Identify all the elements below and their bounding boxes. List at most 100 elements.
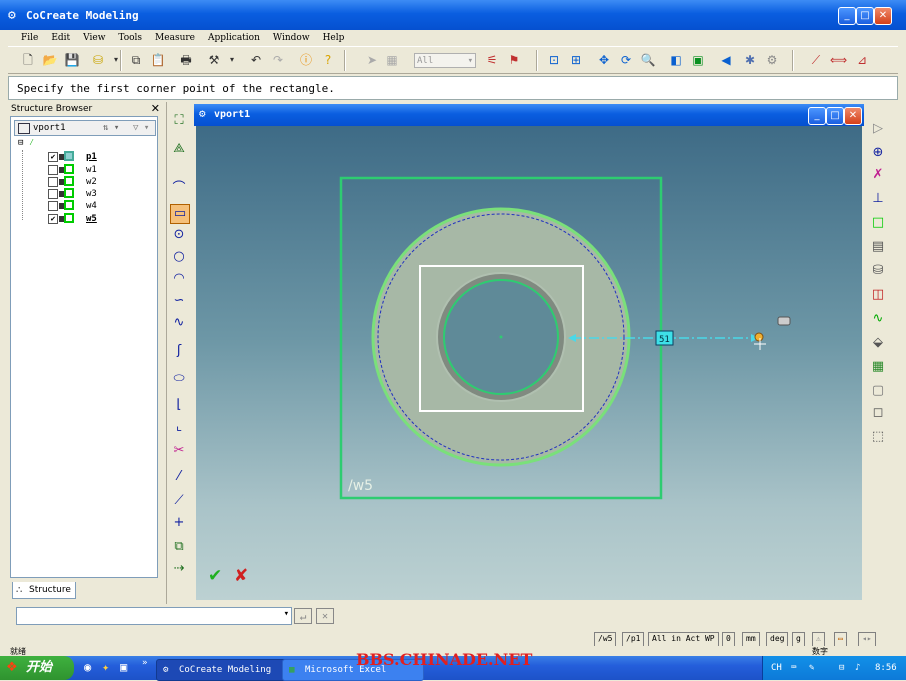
gear-icon[interactable]: ⚙: [764, 52, 780, 68]
arc-3pt-icon[interactable]: ∽: [170, 292, 188, 310]
polyline-icon[interactable]: ⌒: [170, 180, 188, 198]
workplane-icon[interactable]: ⛶: [170, 112, 188, 130]
profile-icon[interactable]: □: [869, 214, 887, 232]
quicklaunch-more-icon[interactable]: »: [142, 658, 147, 668]
play-icon[interactable]: ▷: [869, 120, 887, 138]
ellipse-icon[interactable]: ⬭: [170, 370, 188, 388]
save-icon[interactable]: 💾: [64, 52, 80, 68]
chamfer-icon[interactable]: ⌊: [170, 396, 188, 414]
cancel-x-icon[interactable]: ✘: [234, 566, 248, 586]
start-button[interactable]: ❖ 开始: [0, 656, 74, 680]
profile-tool-icon[interactable]: ⊿: [854, 52, 870, 68]
viewport-canvas[interactable]: 51 /w5: [196, 126, 862, 600]
help-icon[interactable]: ?: [320, 52, 336, 68]
zoom-icon[interactable]: 🔍: [640, 52, 656, 68]
status-angle-unit[interactable]: deg: [766, 632, 789, 647]
print-icon[interactable]: 🖶: [178, 52, 194, 68]
tab-structure[interactable]: ⛬ Structure: [12, 582, 76, 599]
load-icon[interactable]: ⛁: [90, 52, 106, 68]
maximize-button[interactable]: □: [856, 7, 874, 25]
loft-icon[interactable]: ⬙: [869, 334, 887, 352]
menu-tools[interactable]: Tools: [113, 30, 147, 46]
selection-filter-dropdown[interactable]: All ▾: [414, 53, 476, 68]
quicklaunch-ie-icon[interactable]: ◉: [84, 660, 91, 674]
ok-check-icon[interactable]: ✔: [208, 566, 222, 586]
blend-icon[interactable]: ⬚: [869, 428, 887, 446]
clear-icon[interactable]: ✕: [316, 608, 334, 624]
measure-icon[interactable]: ⚟: [484, 52, 500, 68]
info-icon[interactable]: ⓘ: [298, 52, 314, 68]
tree-item-w3[interactable]: w3: [34, 188, 144, 200]
copy-geometry-icon[interactable]: ⧉: [170, 538, 188, 556]
undo-icon[interactable]: ↶: [248, 52, 264, 68]
fit-view-icon[interactable]: ⊡: [546, 52, 562, 68]
tree-item-w2[interactable]: w2: [34, 176, 144, 188]
select-icon[interactable]: ➤: [364, 52, 380, 68]
menu-view[interactable]: View: [78, 30, 110, 46]
boolean-icon[interactable]: ▦: [869, 358, 887, 376]
construction-line-icon[interactable]: ⟋: [170, 492, 188, 510]
menu-window[interactable]: Window: [268, 30, 315, 46]
close-icon[interactable]: ✕: [151, 102, 160, 115]
trim-icon[interactable]: ✂: [170, 442, 188, 460]
command-input[interactable]: ▾: [16, 607, 292, 625]
pan-icon[interactable]: ✥: [596, 52, 612, 68]
rotate-icon[interactable]: ⟳: [618, 52, 634, 68]
axis-icon[interactable]: ⊥: [869, 190, 887, 208]
viewport-minimize-button[interactable]: _: [808, 107, 826, 125]
menu-file[interactable]: File: [16, 30, 43, 46]
enter-icon[interactable]: ↵: [294, 608, 312, 624]
pen-icon[interactable]: ✎: [809, 656, 814, 680]
menu-application[interactable]: Application: [203, 30, 265, 46]
menu-help[interactable]: Help: [318, 30, 350, 46]
tree-item-w1[interactable]: w1: [34, 164, 144, 176]
3d-viewport[interactable]: 51 /w5 ✔ ✘: [196, 126, 862, 600]
viewport-close-button[interactable]: ✕: [844, 107, 862, 125]
tree-item-w4[interactable]: w4: [34, 200, 144, 212]
close-button[interactable]: ✕: [874, 7, 892, 25]
volume-icon[interactable]: ♪: [855, 656, 860, 680]
tree-item-p1[interactable]: ✔ p1: [34, 151, 144, 163]
settings-icon[interactable]: ⚒: [206, 52, 222, 68]
warning-icon[interactable]: ⚠: [812, 632, 825, 647]
command-dropdown-icon[interactable]: ▾: [284, 609, 289, 619]
menu-edit[interactable]: Edit: [46, 30, 75, 46]
status-length-unit[interactable]: mm: [742, 632, 760, 647]
extrude-icon[interactable]: ▤: [869, 238, 887, 256]
spline-icon[interactable]: ∿: [170, 314, 188, 332]
view-settings-icon[interactable]: ✱: [742, 52, 758, 68]
status-mass-unit[interactable]: g: [792, 632, 805, 647]
move-geometry-icon[interactable]: ⇢: [170, 560, 188, 578]
curve-icon[interactable]: ʃ: [170, 342, 188, 360]
tree-item-w5[interactable]: ✔ w5: [34, 213, 144, 225]
shell-icon[interactable]: ◻: [869, 404, 887, 422]
wire-view-icon[interactable]: ▣: [690, 52, 706, 68]
table-icon[interactable]: ▦: [384, 52, 400, 68]
edit-part-icon[interactable]: ⚑: [506, 52, 522, 68]
create-workplane-icon[interactable]: ⟁: [170, 140, 188, 158]
rectangle-icon[interactable]: ▭: [170, 204, 190, 224]
filter-icon[interactable]: ⇅ ▾: [103, 121, 119, 136]
funnel-icon[interactable]: ▽ ▾: [133, 121, 149, 136]
menu-measure[interactable]: Measure: [150, 30, 200, 46]
cut-icon[interactable]: ◫: [869, 286, 887, 304]
paste-icon[interactable]: 📋: [150, 52, 166, 68]
clock[interactable]: 8:56: [875, 656, 897, 680]
line-icon[interactable]: ⁄: [170, 468, 188, 486]
quicklaunch-desktop-icon[interactable]: ▣: [120, 660, 127, 674]
sketch-icon[interactable]: ✗: [869, 166, 887, 184]
zoom-window-icon[interactable]: ⊞: [568, 52, 584, 68]
open-file-icon[interactable]: 📂: [42, 52, 58, 68]
mill-icon[interactable]: ⛁: [869, 262, 887, 280]
arc-icon[interactable]: ◠: [170, 270, 188, 288]
reference-icon[interactable]: ⊕: [869, 144, 887, 162]
viewport-maximize-button[interactable]: □: [826, 107, 844, 125]
scroll-arrows-icon[interactable]: ◂▸: [858, 632, 876, 647]
previous-view-icon[interactable]: ◀: [718, 52, 734, 68]
network-icon[interactable]: ⊟: [839, 656, 844, 680]
minimize-button[interactable]: _: [838, 7, 856, 25]
circle-center-icon[interactable]: ⊙: [170, 226, 188, 244]
quicklaunch-messenger-icon[interactable]: ✦: [102, 660, 109, 674]
new-file-icon[interactable]: 🗋: [20, 52, 36, 68]
line-tool-icon[interactable]: ⟋: [808, 52, 824, 68]
